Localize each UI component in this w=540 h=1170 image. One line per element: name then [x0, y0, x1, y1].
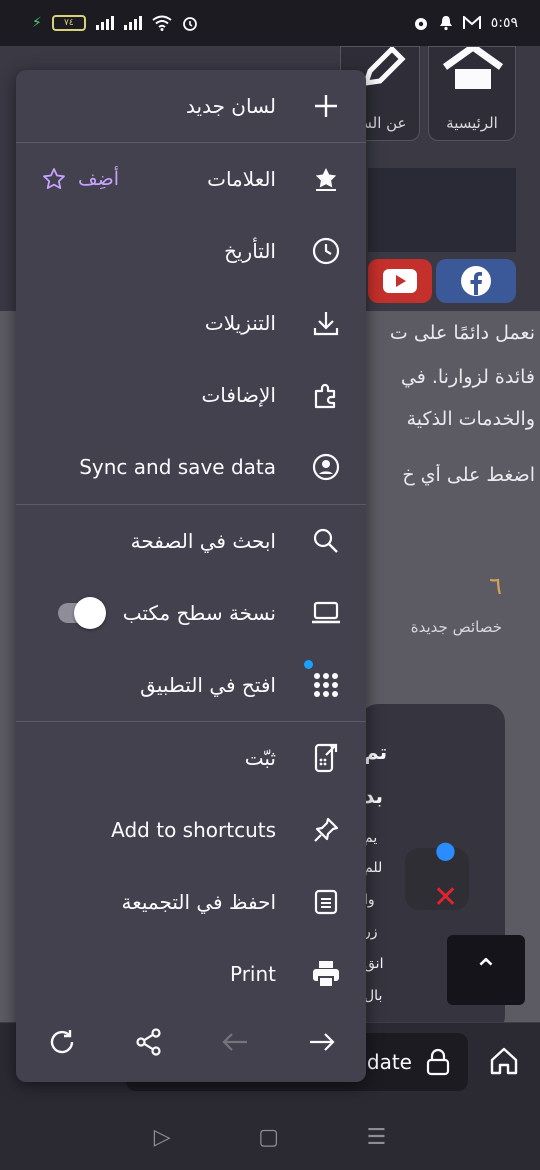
home-icon	[442, 47, 504, 89]
new-badge-dot	[304, 660, 313, 669]
close-icon[interactable]: ✕	[433, 880, 458, 915]
feature-count: ٦	[489, 572, 502, 600]
facebook-icon	[461, 266, 491, 296]
add-shortcut-label: Add to shortcuts	[111, 818, 276, 842]
bookmark-star-icon	[310, 163, 342, 195]
bookmarks-label: العلامات	[207, 167, 276, 191]
battery-level: ٧٤	[64, 18, 74, 28]
clock: ٥:٥٩	[490, 15, 518, 31]
menu-item-addons[interactable]: الإضافات	[16, 359, 366, 431]
find-in-page-label: ابحث في الصفحة	[130, 529, 276, 553]
downloads-label: التنزيلات	[204, 311, 276, 335]
signal-icon	[95, 16, 114, 30]
app-grid-icon	[310, 669, 342, 701]
puzzle-icon	[310, 379, 342, 411]
sync-label: Sync and save data	[79, 455, 276, 479]
refresh-icon[interactable]	[42, 1022, 82, 1062]
printer-icon	[310, 958, 342, 990]
menu-item-bookmarks[interactable]: أضِف العلامات	[16, 143, 366, 215]
browser-menu: لسان جديد أضِف العلامات التأريخ التنزيلا…	[16, 70, 366, 1082]
menu-item-sync[interactable]: Sync and save data	[16, 431, 366, 503]
install-phone-icon	[310, 742, 342, 774]
facebook-button[interactable]	[436, 259, 516, 303]
save-collection-label: احفظ في التجميعة	[121, 890, 276, 914]
page-text-line-2: فائدة لزوارنا. في	[400, 366, 535, 388]
card-text-2: للم	[364, 860, 383, 876]
menu-item-open-in-app[interactable]: افتح في التطبيق	[16, 649, 366, 721]
print-label: Print	[229, 962, 276, 986]
card-heading-2: بد	[364, 784, 384, 808]
open-in-app-label: افتح في التطبيق	[140, 673, 276, 697]
wifi-icon	[152, 15, 172, 31]
download-icon	[310, 307, 342, 339]
page-text-line-4: اضغط على أي خ	[402, 464, 535, 486]
search-icon	[310, 525, 342, 557]
nav-tile-home[interactable]: الرئيسية	[428, 46, 516, 141]
clock-icon	[310, 235, 342, 267]
chevron-up-icon: ⌃	[473, 952, 499, 988]
page-text-line-1: نعمل دائمًا على ت	[389, 322, 535, 344]
translate-widget[interactable]: ● ✕	[405, 836, 469, 915]
menu-item-desktop-site[interactable]: نسخة سطح مكتب	[16, 577, 366, 649]
collection-icon	[310, 886, 342, 918]
account-icon	[310, 451, 342, 483]
addons-label: الإضافات	[201, 383, 276, 407]
home-square-icon[interactable]: ▢	[258, 1125, 279, 1150]
globe-icon: ●	[435, 836, 456, 864]
screen: ⚡ ٧٤ ٥:٥٩ الرئيسية عن الش نعمل دائمًا عل…	[0, 0, 540, 1170]
battery-indicator: ٧٤	[51, 15, 86, 31]
add-bookmark-label: أضِف	[78, 168, 120, 190]
charging-icon: ⚡	[32, 15, 42, 31]
signal-icon-2	[123, 16, 142, 30]
youtube-button[interactable]	[368, 259, 432, 303]
system-nav-bar: ▷ ▢ ☰	[0, 1104, 540, 1170]
plus-icon	[310, 90, 342, 122]
laptop-icon	[310, 597, 342, 629]
share-icon[interactable]	[129, 1022, 169, 1062]
alarm-icon	[182, 17, 197, 31]
recents-icon[interactable]: ☰	[367, 1125, 387, 1150]
vpn-icon	[414, 18, 427, 30]
card-text-6: بال	[364, 988, 383, 1004]
youtube-icon	[383, 269, 417, 293]
back-triangle-icon[interactable]: ▷	[154, 1125, 171, 1150]
menu-item-add-shortcut[interactable]: Add to shortcuts	[16, 794, 366, 866]
lock-icon	[426, 1048, 450, 1076]
forward-arrow-icon[interactable]	[302, 1022, 342, 1062]
menu-action-bar	[16, 1002, 366, 1082]
star-outline-icon	[43, 168, 65, 189]
nav-home-label: الرئيسية	[446, 114, 498, 132]
page-text-line-3: والخدمات الذكية	[406, 408, 535, 430]
card-text-4: زر	[364, 924, 378, 940]
card-heading-1: تم	[364, 740, 388, 764]
menu-item-print[interactable]: Print	[16, 938, 366, 1010]
menu-item-history[interactable]: التأريخ	[16, 215, 366, 287]
menu-item-install[interactable]: ثبّت	[16, 722, 366, 794]
notification-icon	[439, 16, 452, 31]
new-tab-label: لسان جديد	[186, 94, 276, 118]
install-label: ثبّت	[244, 746, 276, 770]
history-label: التأريخ	[224, 239, 276, 263]
desktop-site-toggle[interactable]	[58, 597, 106, 629]
scroll-to-top-button[interactable]: ⌃	[447, 935, 525, 1005]
status-left: ⚡ ٧٤	[32, 15, 198, 31]
status-right: ٥:٥٩	[413, 15, 518, 31]
back-arrow-icon[interactable]	[215, 1022, 255, 1062]
banner-strip	[368, 168, 516, 252]
pin-icon	[310, 814, 342, 846]
menu-item-find-in-page[interactable]: ابحث في الصفحة	[16, 505, 366, 577]
menu-item-new-tab[interactable]: لسان جديد	[16, 70, 366, 142]
home-button-icon[interactable]	[488, 1045, 520, 1077]
status-bar: ⚡ ٧٤ ٥:٥٩	[0, 0, 540, 46]
card-text-5: انق	[364, 956, 384, 972]
features-label: خصائص جديدة	[410, 618, 502, 636]
menu-item-downloads[interactable]: التنزيلات	[16, 287, 366, 359]
url-text: date	[366, 1050, 412, 1074]
gmail-icon	[462, 16, 481, 29]
toggle-knob	[74, 597, 106, 629]
menu-item-save-collection[interactable]: احفظ في التجميعة	[16, 866, 366, 938]
desktop-site-label: نسخة سطح مكتب	[122, 601, 276, 625]
add-bookmark-button[interactable]: أضِف	[42, 167, 119, 191]
